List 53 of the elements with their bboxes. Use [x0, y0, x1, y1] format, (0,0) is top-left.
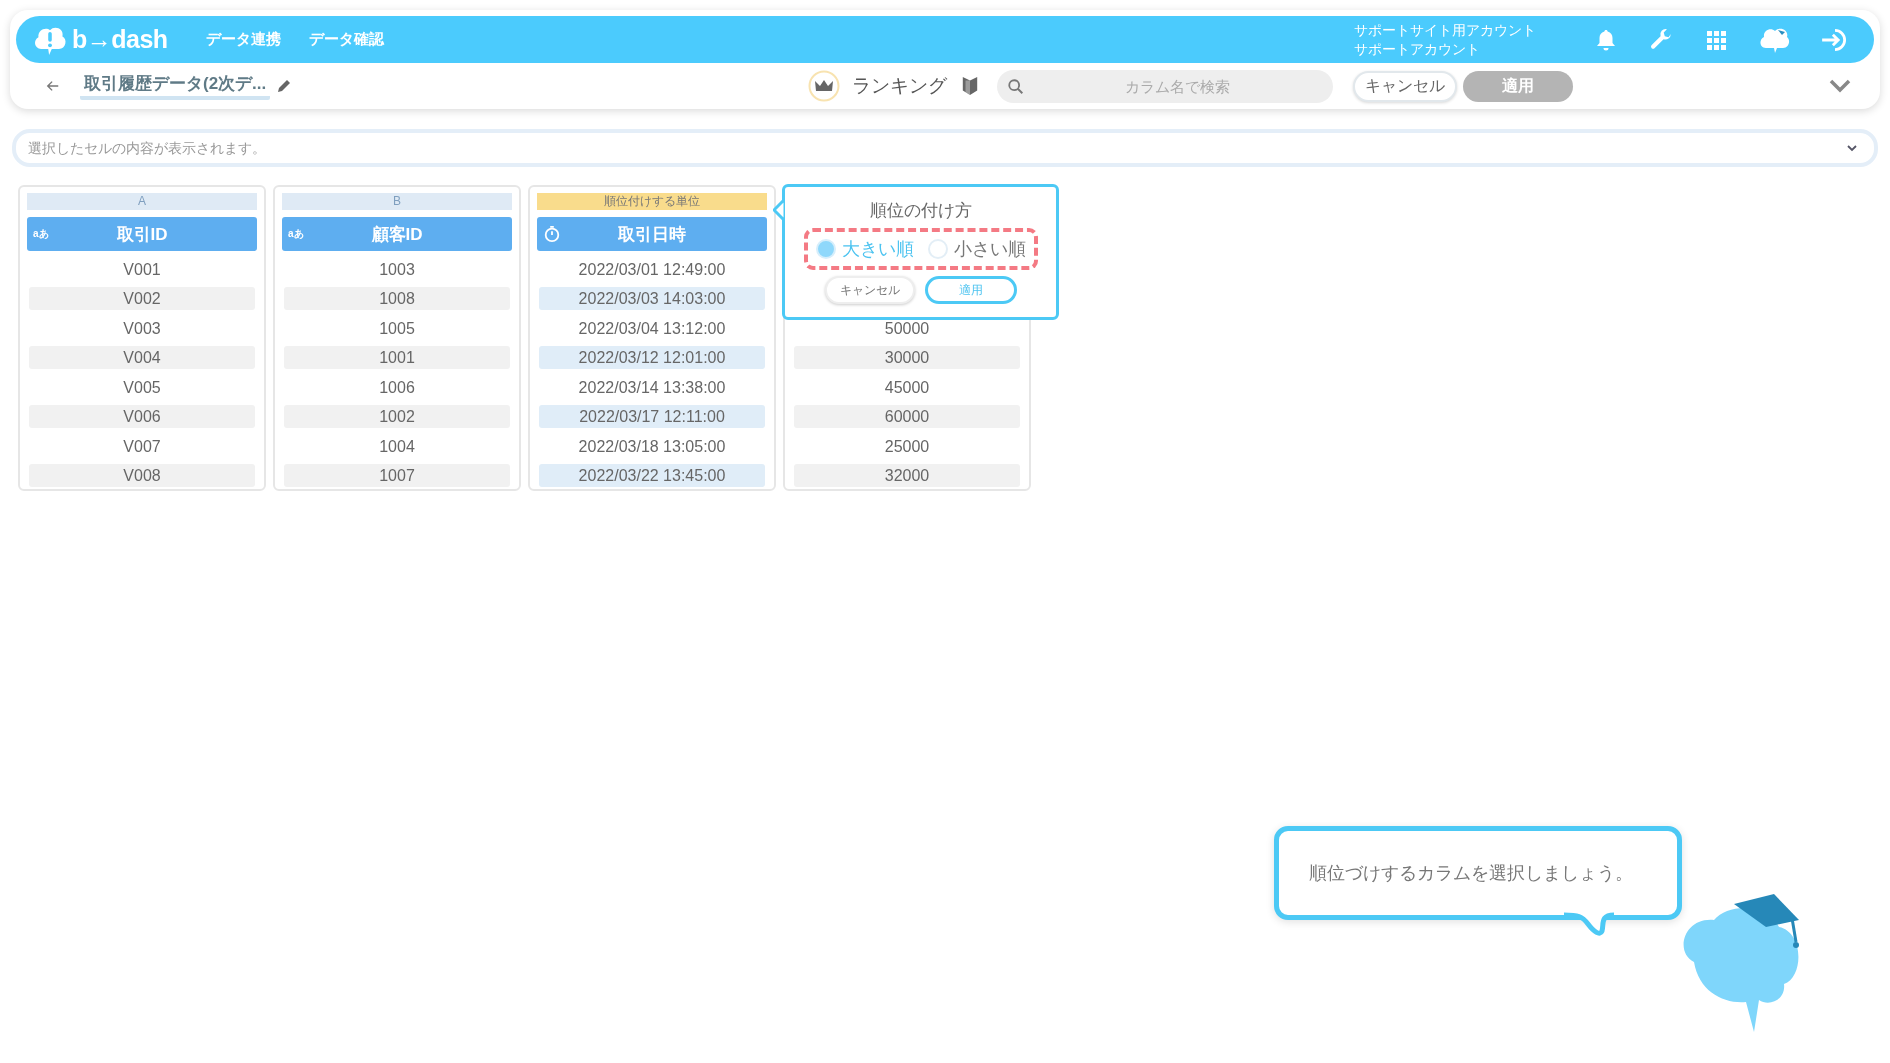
back-arrow-icon[interactable]	[46, 79, 60, 93]
pencil-icon[interactable]	[276, 78, 293, 94]
table-cell[interactable]: 2022/03/18 13:05:00	[539, 434, 765, 458]
table-cell[interactable]: 2022/03/01 12:49:00	[539, 257, 765, 281]
table-cell[interactable]: 1007	[284, 464, 510, 487]
radio-option[interactable]: 小さい順	[927, 237, 1026, 261]
table-cell[interactable]: 1004	[284, 434, 510, 458]
table-cell[interactable]: 2022/03/03 14:03:00	[539, 287, 765, 310]
account-name: サポートアカウント	[1354, 39, 1481, 59]
table-cell[interactable]: 50000	[794, 316, 1020, 340]
table-cell[interactable]: V005	[29, 375, 255, 399]
table-cell[interactable]: 32000	[794, 464, 1020, 487]
column-name: 顧客ID	[371, 223, 423, 246]
type-label: aあ	[288, 227, 304, 241]
table-cell[interactable]: 2022/03/14 13:38:00	[539, 375, 765, 399]
column-name: 取引日時	[618, 223, 686, 246]
column-letter[interactable]: 順位付けする単位	[537, 193, 767, 210]
chevron-down-icon[interactable]	[1828, 78, 1852, 94]
cancel-button[interactable]: キャンセル	[824, 276, 915, 304]
crown-icon	[807, 70, 840, 102]
table-cell[interactable]: 2022/03/04 13:12:00	[539, 316, 765, 340]
cell-content-field[interactable]: 選択したセルの内容が表示されます。	[12, 129, 1878, 167]
type-label: aあ	[33, 227, 49, 241]
cancel-button[interactable]: キャンセル	[1352, 70, 1457, 102]
table-cell[interactable]: 1005	[284, 316, 510, 340]
table-cell[interactable]: 1002	[284, 405, 510, 428]
table-cell[interactable]: 1001	[284, 346, 510, 369]
stopwatch-icon	[543, 225, 561, 243]
search-field[interactable]: カラム名で検索	[996, 69, 1333, 103]
table-cell[interactable]: V008	[29, 464, 255, 487]
assistant-message: 順位づけするカラムを選択しましょう。	[1309, 862, 1633, 885]
table-cell[interactable]: V003	[29, 316, 255, 340]
column-name: 取引ID	[116, 223, 168, 246]
table-cell[interactable]: 25000	[794, 434, 1020, 458]
table-cell[interactable]: 45000	[794, 375, 1020, 399]
dataset-title[interactable]: 取引履歴データ(2次デ...	[80, 72, 271, 100]
table-cell[interactable]: V006	[29, 405, 255, 428]
popup-title: 順位の付け方	[869, 200, 972, 222]
table-cell[interactable]: V007	[29, 434, 255, 458]
table-cell[interactable]: V002	[29, 287, 255, 310]
account-name: サポートサイト用アカウント	[1354, 20, 1536, 40]
table-cell[interactable]: 1008	[284, 287, 510, 310]
table-cell[interactable]: 60000	[794, 405, 1020, 428]
table-cell[interactable]: V004	[29, 346, 255, 369]
table-cell[interactable]: V001	[29, 257, 255, 281]
table-cell[interactable]: 2022/03/12 12:01:00	[539, 346, 765, 369]
table-cell[interactable]: 2022/03/22 13:45:00	[539, 464, 765, 487]
table-cell[interactable]: 2022/03/17 12:11:00	[539, 405, 765, 428]
mode-title: ランキング	[851, 74, 947, 98]
table-cell[interactable]: 1003	[284, 257, 510, 281]
table-cell[interactable]: 1006	[284, 375, 510, 399]
search-icon	[1006, 77, 1025, 96]
table-cell[interactable]: 30000	[794, 346, 1020, 369]
